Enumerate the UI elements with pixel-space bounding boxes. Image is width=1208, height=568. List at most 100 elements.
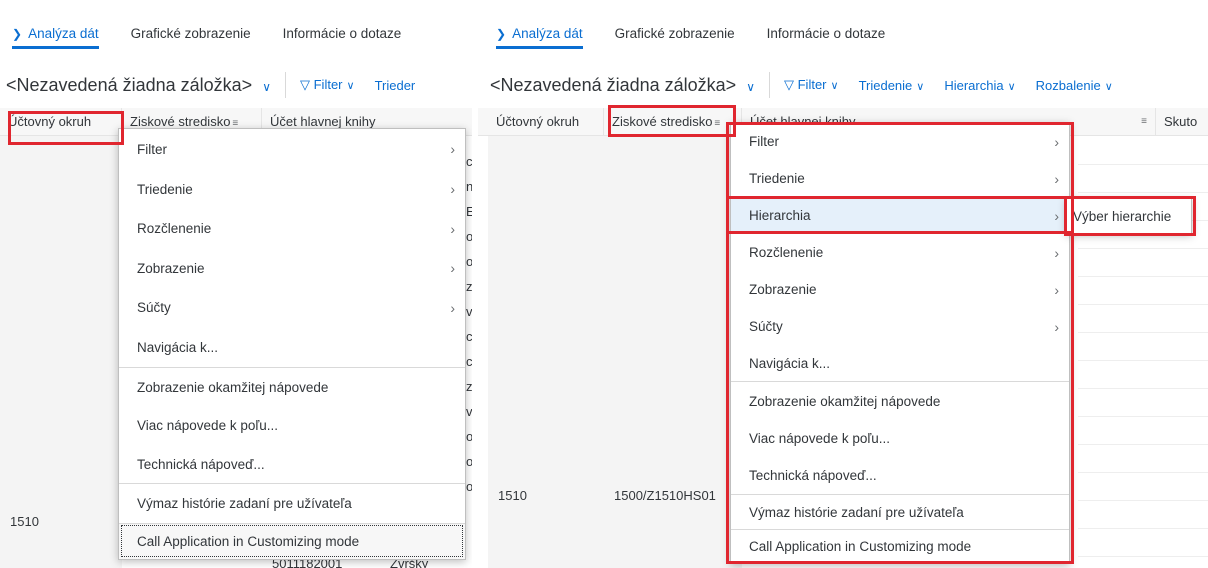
hierarchy-label: Hierarchia [944,77,1004,93]
filter-button[interactable]: ▽ Filter ∨ [300,77,355,93]
menu-item-label: Výmaz histórie zadaní pre užívateľa [137,496,352,511]
menu-item-label: Súčty [749,319,783,334]
row-divider [1078,388,1208,389]
partial-cell: c [466,354,472,369]
menu-item-label: Filter [137,141,167,157]
tab-query-info[interactable]: Informácie o dotaze [283,26,402,49]
menu-item[interactable]: Zobrazenie › [119,248,465,288]
chevron-right-icon: › [1054,207,1059,224]
partial-cell: c [466,329,472,344]
menu-item-select-hierarchy[interactable]: Výber hierarchie [1067,199,1191,233]
column-header-profit-center[interactable]: Ziskové stredisko ≡ [604,108,742,136]
row-divider [1078,304,1208,305]
table-cell: 1510 [10,514,39,529]
filter-button[interactable]: ▽ Filter ∨ [784,77,839,93]
menu-item[interactable]: Súčty › [731,308,1069,345]
chevron-right-icon: › [1054,318,1059,335]
chevron-down-icon: ∨ [262,79,271,94]
view-selector[interactable]: <Nezavedená žiadna záložka> ∨ [490,75,755,96]
view-label: <Nezavedená žiadna záložka> [6,74,253,95]
row-divider [1078,332,1208,333]
menu-item-label: Výmaz histórie zadaní pre užívateľa [749,504,964,520]
expand-button[interactable]: Rozbalenie ∨ [1036,78,1113,93]
sort-label: Trieder [374,77,416,93]
toolbar-divider [284,72,286,98]
partial-cell: o [466,229,472,244]
hierarchy-button[interactable]: Hierarchia ∨ [944,78,1015,93]
menu-item[interactable]: Call Application in Customizing mode [119,523,465,559]
column-shade [0,136,122,568]
menu-item-label: Call Application in Customizing mode [137,534,360,549]
menu-item[interactable]: Hierarchia › [731,197,1069,234]
menu-item[interactable]: Súčty › [119,288,465,327]
column-header-company-code[interactable]: Účtovný okruh [0,108,122,136]
partial-cell: z [466,279,472,294]
sort-button[interactable]: Triedenie ∨ [859,78,925,93]
menu-item-label: Call Application in Customizing mode [749,539,972,554]
row-divider [1078,360,1208,361]
menu-item[interactable]: Zobrazenie › [731,271,1069,308]
menu-item[interactable]: Triedenie › [731,160,1069,197]
menu-item[interactable]: Call Application in Customizing mode [731,529,1069,563]
header-label: Účtovný okruh [496,114,580,129]
menu-item[interactable]: Výmaz histórie zadaní pre užívateľa [119,483,465,523]
row-divider [1078,500,1208,501]
menu-item[interactable]: Rozčlenenie › [119,209,465,248]
menu-item[interactable]: Triedenie › [119,169,465,209]
menu-item[interactable]: Zobrazenie okamžitej nápovede [731,381,1069,420]
tab-label: Analýza dát [28,26,99,41]
menu-item-label: Zobrazenie [749,282,817,297]
menu-item[interactable]: Viac nápovede k poľu... [119,406,465,445]
tab-label: Grafické zobrazenie [614,26,735,41]
menu-item-label: Hierarchia [749,208,811,223]
tab-data-analysis[interactable]: ❯ Analýza dát [12,26,99,49]
partial-cell: v [466,404,472,419]
menu-item[interactable]: Viac nápovede k poľu... [731,420,1069,457]
chevron-right-icon: › [450,181,455,197]
chevron-down-icon: ∨ [1007,80,1016,93]
header-label: Skuto [1164,114,1198,129]
menu-item[interactable]: Technická nápoveď... [731,457,1069,494]
partial-cell: v [466,304,472,319]
menu-item-label: Rozčlenenie [749,245,824,260]
chevron-right-icon: › [1054,133,1059,150]
hierarchy-submenu: Výber hierarchie [1066,198,1192,234]
menu-item[interactable]: Filter › [731,123,1069,160]
partial-cell: o [466,254,472,269]
toolbar: <Nezavedená žiadna záložka> ∨ ▽ Filter ∨ T… [6,72,435,98]
tab-query-info[interactable]: Informácie o dotaze [767,26,886,49]
row-divider [1078,472,1208,473]
menu-item-label: Triedenie [137,181,193,197]
menu-item[interactable]: Navigácia k... [731,345,1069,381]
context-menu: Filter › Triedenie › Hierarchia › Rozčlenenie ›… [730,122,1070,564]
menu-item-label: Viac nápovede k poľu... [749,431,891,446]
menu-item-label: Technická nápoveď... [749,468,877,483]
partial-cell: o [466,454,472,469]
menu-item-label: Triedenie [749,171,805,186]
column-shade [488,136,604,568]
tab-graphical-display[interactable]: Grafické zobrazenie [131,26,251,49]
partial-cell: c [466,154,472,169]
column-header-actual[interactable]: Skuto [1156,108,1208,136]
chevron-down-icon: ❯ [12,27,23,41]
context-menu: Filter › Triedenie › Rozčlenenie › Zobrazenie ›… [118,128,466,560]
menu-item[interactable]: Technická nápoveď... [119,445,465,483]
partial-cell: E [466,204,472,219]
row-divider [1078,528,1208,529]
row-divider [1078,276,1208,277]
menu-item[interactable]: Navigácia k... [119,327,465,367]
sort-button[interactable]: Trieder [375,78,416,93]
tab-label: Analýza dát [512,26,583,41]
menu-item[interactable]: Rozčlenenie › [731,234,1069,271]
view-label: <Nezavedená žiadna záložka> [490,74,737,95]
tab-label: Informácie o dotaze [282,26,402,41]
menu-item[interactable]: Zobrazenie okamžitej nápovede [119,367,465,406]
chevron-down-icon: ∨ [830,80,839,92]
view-selector[interactable]: <Nezavedená žiadna záložka> ∨ [6,75,271,96]
menu-item[interactable]: Filter › [119,129,465,169]
tab-graphical-display[interactable]: Grafické zobrazenie [615,26,735,49]
sort-icon: ≡ [714,118,721,129]
column-header-company-code[interactable]: Účtovný okruh [488,108,604,136]
menu-item[interactable]: Výmaz histórie zadaní pre užívateľa [731,494,1069,529]
tab-data-analysis[interactable]: ❯ Analýza dát [496,26,583,49]
